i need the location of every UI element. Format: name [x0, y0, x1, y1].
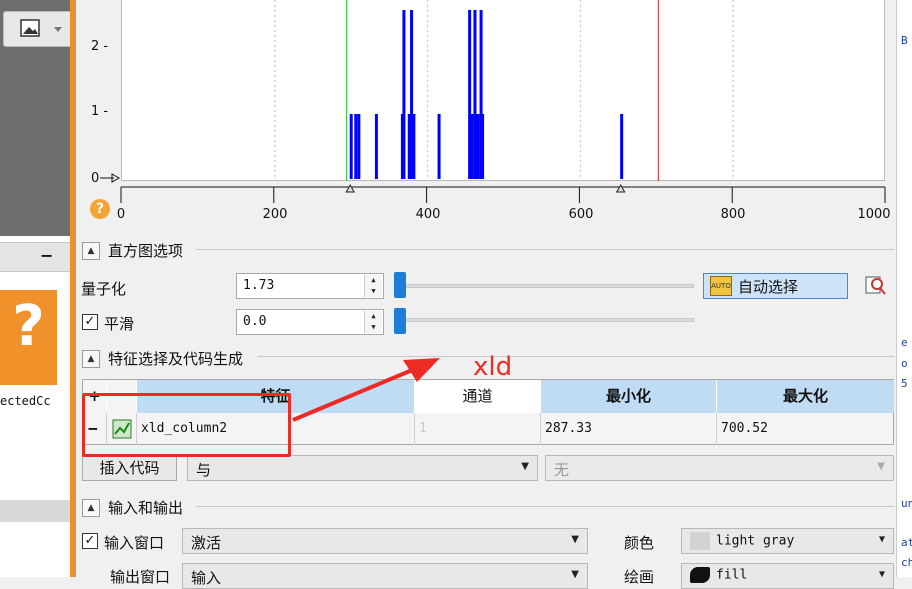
- histogram-svg: [274, 0, 734, 181]
- spin-arrows-icon[interactable]: ▲ ▼: [364, 311, 382, 333]
- right-text-3: o: [901, 357, 908, 370]
- collapse-icon[interactable]: ▲: [82, 498, 100, 517]
- smooth-slider-thumb[interactable]: [394, 308, 406, 334]
- insert-code-button[interactable]: 插入代码: [82, 455, 177, 481]
- feature-section-title: 特征选择及代码生成: [108, 350, 244, 368]
- help-icon[interactable]: ?: [90, 199, 110, 219]
- hist-options-header[interactable]: ▲ 直方图选项: [82, 240, 183, 261]
- quantize-label: 量子化: [81, 280, 127, 298]
- output-window-dropdown[interactable]: 输入 ▼: [182, 563, 588, 589]
- right-panel: [896, 0, 912, 577]
- input-window-label: 输入窗口: [104, 534, 165, 552]
- draw-dropdown[interactable]: fill ▼: [681, 563, 894, 589]
- chevron-down-icon: ▼: [521, 461, 529, 472]
- histogram-plot[interactable]: [121, 0, 885, 181]
- collapse-icon[interactable]: ▲: [82, 349, 100, 368]
- chevron-down-icon: ▼: [571, 534, 579, 545]
- left-panel-bar: −: [0, 242, 72, 272]
- divider: [196, 506, 894, 507]
- histogram-bar: [412, 114, 416, 179]
- image-menu-button[interactable]: [3, 11, 73, 47]
- histogram-bar: [481, 114, 485, 179]
- annotation-text: xld: [473, 352, 513, 382]
- chevron-down-icon: ▼: [877, 461, 885, 472]
- histogram-bar: [357, 114, 361, 179]
- annotation-arrow: [292, 358, 440, 422]
- histogram-bar: [620, 114, 624, 179]
- quantize-slider-track[interactable]: [394, 284, 694, 288]
- smooth-spinbox[interactable]: 0.0 ▲ ▼: [236, 309, 384, 335]
- color-label: 颜色: [624, 534, 655, 552]
- io-section-title: 输入和输出: [108, 499, 184, 517]
- left-label: ectedCc: [0, 394, 51, 408]
- right-text-5: un: [901, 497, 912, 510]
- input-window-checkbox[interactable]: ✓: [82, 533, 98, 549]
- histogram-bar: [349, 114, 353, 179]
- color-dropdown[interactable]: light gray ▼: [681, 528, 894, 554]
- y-tick-1: 1 -: [91, 104, 109, 119]
- smooth-checkbox[interactable]: ✓: [82, 314, 98, 330]
- io-section-header[interactable]: ▲ 输入和输出: [82, 497, 183, 518]
- x-tick-800: 800: [720, 207, 746, 222]
- col-max[interactable]: 最大化: [717, 380, 894, 413]
- input-window-dropdown[interactable]: 激活 ▼: [182, 528, 588, 554]
- image-icon: [20, 19, 62, 37]
- help-tile[interactable]: ?: [0, 290, 57, 385]
- min-cell[interactable]: 287.33: [541, 413, 717, 445]
- histogram-bar: [354, 114, 358, 179]
- x-axis: [120, 183, 886, 203]
- threshold-marker: [615, 183, 626, 193]
- quantize-spinbox[interactable]: 1.73 ▲ ▼: [236, 273, 384, 299]
- combine-dropdown[interactable]: 与 ▼: [187, 455, 538, 481]
- color-swatch: [690, 532, 710, 550]
- annotation-box: [82, 393, 291, 457]
- x-tick-1000: 1000: [857, 207, 891, 222]
- y-tick-2: 2 -: [91, 39, 109, 54]
- left-panel-row: [0, 500, 72, 522]
- right-text-6: at: [901, 536, 912, 549]
- histogram-bar: [402, 10, 406, 179]
- histogram-bar: [476, 114, 480, 179]
- collapse-icon[interactable]: ▲: [82, 241, 100, 260]
- fill-icon: [690, 567, 710, 583]
- quantize-slider-thumb[interactable]: [394, 272, 406, 298]
- feature-section-header[interactable]: ▲ 特征选择及代码生成: [82, 348, 243, 369]
- divider: [196, 249, 894, 250]
- threshold-marker: [345, 183, 356, 193]
- x-tick-600: 600: [568, 207, 594, 222]
- spin-arrows-icon[interactable]: ▲ ▼: [364, 275, 382, 297]
- x-tick-400: 400: [415, 207, 441, 222]
- zoom-icon[interactable]: [864, 275, 886, 297]
- collapse-button[interactable]: −: [40, 246, 53, 265]
- hist-options-title: 直方图选项: [108, 242, 184, 260]
- chevron-down-icon: ▼: [878, 569, 885, 580]
- right-text-7: ch: [901, 556, 912, 569]
- chevron-down-icon: ▼: [571, 569, 579, 580]
- x-tick-0: 0: [116, 207, 126, 222]
- x-tick-200: 200: [262, 207, 288, 222]
- chevron-down-icon: ▼: [878, 534, 885, 545]
- histogram-bar: [437, 114, 441, 179]
- histogram-bar: [470, 114, 474, 179]
- col-min[interactable]: 最小化: [541, 380, 717, 413]
- right-text-4: 5: [901, 377, 908, 390]
- disabled-dropdown: 无 ▼: [545, 455, 894, 481]
- auto-select-button[interactable]: AUTO 自动选择: [703, 273, 848, 299]
- smooth-slider-track[interactable]: [394, 318, 694, 322]
- auto-icon: AUTO: [710, 276, 732, 296]
- smooth-label: 平滑: [104, 315, 135, 333]
- histogram-bar: [374, 114, 378, 179]
- max-cell[interactable]: 700.52: [717, 413, 894, 445]
- right-text-1: B: [901, 34, 908, 47]
- right-text-2: e: [901, 336, 908, 349]
